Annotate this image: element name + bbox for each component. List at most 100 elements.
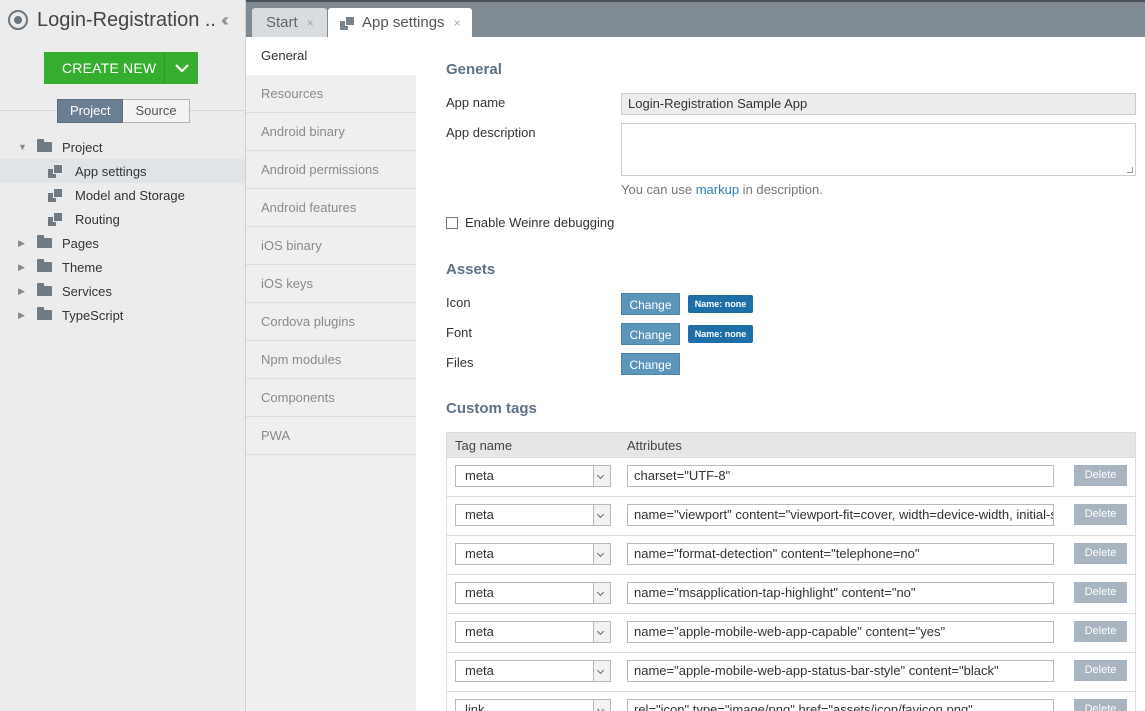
caret-down-icon[interactable]: ▼ bbox=[18, 142, 30, 152]
table-row: meta name="apple-mobile-web-app-status-ba… bbox=[446, 653, 1136, 692]
delete-button[interactable]: Delete bbox=[1074, 660, 1127, 681]
table-row: meta name="msapplication-tap-highlight" c… bbox=[446, 575, 1136, 614]
table-row: meta charset="UTF-8" Delete bbox=[446, 458, 1136, 497]
attributes-input[interactable]: name="viewport" content="viewport-fit=co… bbox=[627, 504, 1054, 526]
tree-item-pages[interactable]: ▶ Pages bbox=[0, 231, 245, 255]
delete-button[interactable]: Delete bbox=[1074, 621, 1127, 642]
tree-item-typescript[interactable]: ▶ TypeScript bbox=[0, 303, 245, 327]
icon-name-badge: Name: none bbox=[688, 295, 753, 313]
chevron-down-icon[interactable] bbox=[164, 52, 198, 84]
settings-nav-resources[interactable]: Resources bbox=[246, 75, 416, 113]
chevron-down-icon[interactable] bbox=[593, 622, 610, 642]
tree-item-label: Model and Storage bbox=[75, 187, 185, 203]
icon-label: Icon bbox=[446, 295, 471, 310]
close-icon[interactable]: × bbox=[307, 16, 314, 30]
settings-nav-general[interactable]: General bbox=[246, 37, 416, 75]
settings-nav-android-features[interactable]: Android features bbox=[246, 189, 416, 227]
table-row: link rel="icon" type="image/png" href="as… bbox=[446, 692, 1136, 711]
tab-app-settings[interactable]: App settings × bbox=[328, 8, 472, 37]
tree-item-app-settings[interactable]: App settings bbox=[0, 159, 245, 183]
settings-nav-ios-keys[interactable]: iOS keys bbox=[246, 265, 416, 303]
app-name-input[interactable]: Login-Registration Sample App bbox=[621, 93, 1136, 115]
attributes-input[interactable]: name="apple-mobile-web-app-status-bar-st… bbox=[627, 660, 1054, 682]
delete-button[interactable]: Delete bbox=[1074, 543, 1127, 564]
tree-item-project[interactable]: ▼ Project bbox=[0, 135, 245, 159]
folder-icon bbox=[37, 283, 52, 296]
assets-section-title: Assets bbox=[446, 261, 496, 278]
markup-link[interactable]: markup bbox=[696, 182, 739, 197]
attributes-input[interactable]: charset="UTF-8" bbox=[627, 465, 1054, 487]
chevron-down-icon[interactable] bbox=[593, 700, 610, 711]
tree-item-label: Routing bbox=[75, 211, 120, 227]
hint-text: in description. bbox=[739, 182, 823, 197]
delete-button[interactable]: Delete bbox=[1074, 504, 1127, 525]
attributes-input[interactable]: name="format-detection" content="telepho… bbox=[627, 543, 1054, 565]
chevron-down-icon[interactable] bbox=[593, 466, 610, 486]
hint-text: You can use bbox=[621, 182, 696, 197]
attributes-input[interactable]: name="msapplication-tap-highlight" conte… bbox=[627, 582, 1054, 604]
tag-name-select[interactable]: meta bbox=[455, 621, 611, 643]
tag-name-value: meta bbox=[465, 624, 494, 639]
tag-name-select[interactable]: meta bbox=[455, 465, 611, 487]
settings-nav-android-binary[interactable]: Android binary bbox=[246, 113, 416, 151]
tag-name-value: meta bbox=[465, 507, 494, 522]
tab-start[interactable]: Start × bbox=[252, 8, 327, 37]
caret-right-icon[interactable]: ▶ bbox=[18, 286, 30, 297]
tree-item-theme[interactable]: ▶ Theme bbox=[0, 255, 245, 279]
tag-name-select[interactable]: link bbox=[455, 699, 611, 711]
weinre-checkbox[interactable] bbox=[446, 216, 458, 229]
app-description-textarea[interactable] bbox=[621, 123, 1136, 176]
attributes-input[interactable]: rel="icon" type="image/png" href="assets… bbox=[627, 699, 1054, 711]
resize-grip-icon[interactable] bbox=[1127, 167, 1133, 173]
change-font-button[interactable]: Change bbox=[621, 323, 680, 345]
tag-name-select[interactable]: meta bbox=[455, 582, 611, 604]
settings-nav-android-permissions[interactable]: Android permissions bbox=[246, 151, 416, 189]
create-new-button[interactable]: CREATE NEW bbox=[44, 52, 198, 84]
caret-right-icon[interactable]: ▶ bbox=[18, 262, 30, 273]
folder-icon bbox=[37, 235, 52, 248]
delete-button[interactable]: Delete bbox=[1074, 699, 1127, 711]
font-label: Font bbox=[446, 325, 473, 340]
tag-name-select[interactable]: meta bbox=[455, 543, 611, 565]
project-view-button[interactable]: Project bbox=[57, 99, 124, 123]
markup-hint: You can use markup in description. bbox=[621, 182, 823, 197]
settings-nav-pwa[interactable]: PWA bbox=[246, 417, 416, 455]
files-label: Files bbox=[446, 355, 474, 370]
tree-item-label: TypeScript bbox=[62, 307, 124, 323]
weinre-checkbox-row[interactable]: Enable Weinre debugging bbox=[446, 215, 614, 230]
table-header: Tag name Attributes bbox=[446, 432, 1136, 458]
chevron-down-icon[interactable] bbox=[593, 544, 610, 564]
delete-button[interactable]: Delete bbox=[1074, 582, 1127, 603]
tag-name-select[interactable]: meta bbox=[455, 504, 611, 526]
attributes-input[interactable]: name="apple-mobile-web-app-capable" cont… bbox=[627, 621, 1054, 643]
change-icon-button[interactable]: Change bbox=[621, 293, 680, 315]
caret-right-icon[interactable]: ▶ bbox=[18, 310, 30, 321]
caret-right-icon[interactable]: ▶ bbox=[18, 238, 30, 249]
change-files-button[interactable]: Change bbox=[621, 353, 680, 375]
chevron-down-icon[interactable] bbox=[593, 661, 610, 681]
tag-name-select[interactable]: meta bbox=[455, 660, 611, 682]
general-section-title: General bbox=[446, 61, 502, 78]
collapse-sidebar-icon[interactable]: ‹‹ bbox=[221, 10, 229, 31]
folder-icon bbox=[37, 139, 52, 152]
tag-name-value: meta bbox=[465, 585, 494, 600]
app-logo-icon bbox=[8, 10, 28, 30]
tree-item-services[interactable]: ▶ Services bbox=[0, 279, 245, 303]
settings-nav-ios-binary[interactable]: iOS binary bbox=[246, 227, 416, 265]
close-icon[interactable]: × bbox=[454, 16, 461, 30]
chevron-down-icon[interactable] bbox=[593, 583, 610, 603]
view-toggle: Project Source bbox=[57, 99, 190, 123]
tree-item-routing[interactable]: Routing bbox=[0, 207, 245, 231]
weinre-label: Enable Weinre debugging bbox=[465, 215, 615, 230]
tree-item-model-storage[interactable]: Model and Storage bbox=[0, 183, 245, 207]
settings-page-icon bbox=[48, 188, 63, 202]
settings-nav-npm-modules[interactable]: Npm modules bbox=[246, 341, 416, 379]
source-view-button[interactable]: Source bbox=[123, 99, 190, 123]
chevron-down-icon[interactable] bbox=[593, 505, 610, 525]
tag-name-value: meta bbox=[465, 663, 494, 678]
delete-button[interactable]: Delete bbox=[1074, 465, 1127, 486]
app-description-label: App description bbox=[446, 125, 536, 140]
custom-tags-table: Tag name Attributes meta charset="UTF-8" D… bbox=[446, 432, 1136, 711]
settings-nav-components[interactable]: Components bbox=[246, 379, 416, 417]
settings-nav-cordova-plugins[interactable]: Cordova plugins bbox=[246, 303, 416, 341]
